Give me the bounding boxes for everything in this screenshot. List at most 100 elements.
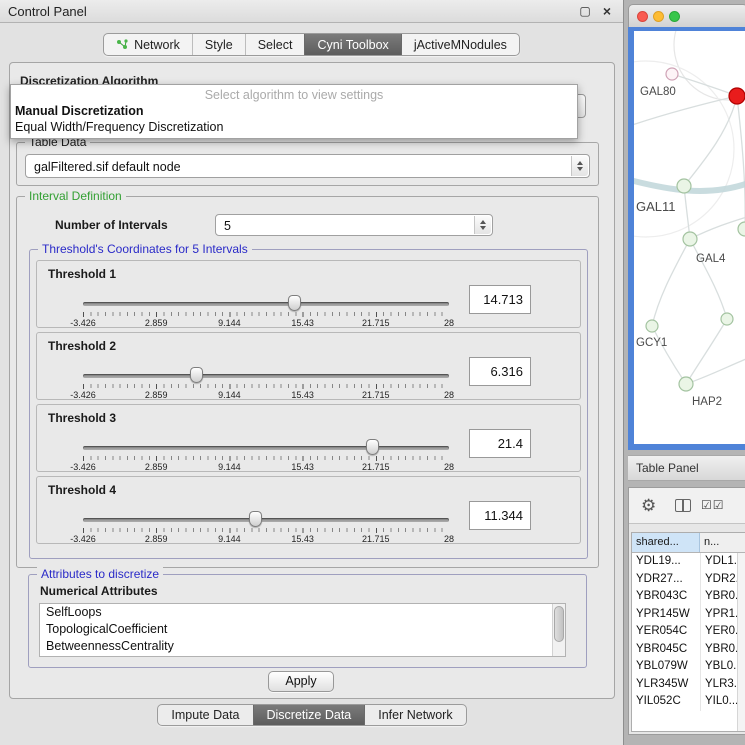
close-traffic-light-icon[interactable]	[637, 11, 648, 22]
threshold-slider[interactable]	[83, 439, 449, 457]
tick-label: 15.43	[291, 318, 314, 328]
table-row[interactable]: YBL079W YBL0...	[632, 658, 745, 676]
slider-track[interactable]	[83, 446, 449, 450]
cell-shared-name[interactable]: YBR043C	[632, 588, 700, 606]
dropdown-placeholder: Select algorithm to view settings	[11, 87, 577, 103]
table-row[interactable]: YER054C YER0...	[632, 623, 745, 641]
cell-shared-name[interactable]: YBR045C	[632, 641, 700, 659]
selected-node	[729, 88, 745, 104]
table-data-combo[interactable]: galFiltered.sif default node	[25, 154, 590, 178]
tab-cyni-toolbox[interactable]: Cyni Toolbox	[304, 34, 400, 55]
slider-track[interactable]	[83, 374, 449, 378]
number-of-intervals-combo[interactable]: 5	[215, 214, 493, 236]
table-panel: ⚙ ☑☑ shared... n... YDL19... YDL1... YDR…	[628, 487, 745, 735]
slider-ticks: -3.4262.8599.14415.4321.71528	[83, 315, 449, 328]
cell-shared-name[interactable]: YPR145W	[632, 606, 700, 624]
dropdown-option-equal-width[interactable]: Equal Width/Frequency Discretization	[11, 119, 577, 135]
tab-select[interactable]: Select	[245, 34, 305, 55]
slider-thumb[interactable]	[288, 295, 301, 311]
threshold-value-field[interactable]: 21.4	[469, 429, 531, 458]
threshold-slider[interactable]	[83, 511, 449, 529]
columns-icon[interactable]	[675, 499, 691, 512]
dropdown-option-manual[interactable]: Manual Discretization	[11, 103, 577, 119]
panel-title: Control Panel	[8, 4, 87, 19]
tab-network[interactable]: Network	[104, 34, 192, 55]
table-scrollbar[interactable]	[737, 553, 745, 731]
zoom-traffic-light-icon[interactable]	[669, 11, 680, 22]
checkbox-icons[interactable]: ☑☑	[701, 498, 725, 512]
list-item[interactable]: BetweennessCentrality	[40, 638, 565, 655]
tab-label: Network	[134, 34, 180, 56]
column-header-name[interactable]: n...	[700, 533, 745, 552]
cell-shared-name[interactable]: YER054C	[632, 623, 700, 641]
table-row[interactable]: YPR145W YPR1...	[632, 606, 745, 624]
tick-label: 2.859	[145, 462, 168, 472]
threshold-slider[interactable]	[83, 367, 449, 385]
tick-label: -3.426	[70, 462, 96, 472]
tick-label: 15.43	[291, 390, 314, 400]
threshold-value-field[interactable]: 14.713	[469, 285, 531, 314]
cell-shared-name[interactable]: YLR345W	[632, 676, 700, 694]
threshold-panel: Threshold 4 -3.4262.8599.14415.4321.7152…	[36, 476, 581, 544]
table-row[interactable]: YLR345W YLR3...	[632, 676, 745, 694]
interval-definition-group: Interval Definition Number of Intervals …	[16, 196, 599, 568]
list-item[interactable]: TopologicalCoefficient	[40, 621, 565, 638]
table-row[interactable]: YDR27... YDR2...	[632, 571, 745, 589]
float-window-icon[interactable]: ▢	[577, 3, 593, 19]
node	[721, 313, 733, 325]
cell-shared-name[interactable]: YDL19...	[632, 553, 700, 571]
tick-label: 2.859	[145, 534, 168, 544]
table-toolbar: ⚙ ☑☑	[629, 488, 745, 524]
network-canvas[interactable]: GAL80 GAL11 GAL4 GCY1 HAP2	[634, 31, 745, 444]
table-row[interactable]: YDL19... YDL1...	[632, 553, 745, 571]
apply-button[interactable]: Apply	[268, 671, 334, 692]
combo-stepper[interactable]	[474, 216, 491, 234]
list-scrollbar[interactable]	[552, 604, 565, 656]
table-row[interactable]: YBR043C YBR0...	[632, 588, 745, 606]
slider-thumb[interactable]	[249, 511, 262, 527]
threshold-slider[interactable]	[83, 295, 449, 313]
slider-thumb[interactable]	[190, 367, 203, 383]
major-tickmarks	[83, 312, 449, 317]
slider-track[interactable]	[83, 518, 449, 522]
arrow-up-icon	[480, 220, 486, 224]
tick-label: -3.426	[70, 390, 96, 400]
tab-discretize-data[interactable]: Discretize Data	[253, 705, 365, 725]
table-rows: YDL19... YDL1... YDR27... YDR2... YBR043…	[632, 553, 745, 711]
tab-infer-network[interactable]: Infer Network	[364, 705, 465, 725]
major-tickmarks	[83, 456, 449, 461]
cell-shared-name[interactable]: YIL052C	[632, 693, 700, 711]
close-icon[interactable]: ×	[599, 3, 615, 19]
slider-track[interactable]	[83, 302, 449, 306]
threshold-value-field[interactable]: 6.316	[469, 357, 531, 386]
tab-impute-data[interactable]: Impute Data	[158, 705, 252, 725]
combo-stepper[interactable]	[571, 156, 588, 176]
gear-icon[interactable]: ⚙	[641, 496, 656, 516]
cell-shared-name[interactable]: YBL079W	[632, 658, 700, 676]
tick-label: 21.715	[362, 534, 390, 544]
slider-thumb[interactable]	[366, 439, 379, 455]
table-row[interactable]: YIL052C YIL0...	[632, 693, 745, 711]
column-header-shared-name[interactable]: shared...	[632, 533, 700, 552]
attributes-group-label: Attributes to discretize	[37, 567, 163, 581]
numerical-attributes-list: SelfLoops TopologicalCoefficient Between…	[39, 603, 566, 657]
tab-jactivemnodules[interactable]: jActiveMNodules	[401, 34, 519, 55]
list-item[interactable]: SelfLoops	[40, 604, 565, 621]
table-row[interactable]: YBR045C YBR0...	[632, 641, 745, 659]
network-window-titlebar[interactable]	[628, 4, 745, 27]
tick-label: 21.715	[362, 390, 390, 400]
tab-style[interactable]: Style	[192, 34, 245, 55]
major-tickmarks	[83, 528, 449, 533]
minimize-traffic-light-icon[interactable]	[653, 11, 664, 22]
scrollbar-thumb[interactable]	[554, 606, 564, 642]
interval-group-label: Interval Definition	[25, 189, 126, 203]
threshold-panel: Threshold 3 -3.4262.8599.14415.4321.7152…	[36, 404, 581, 472]
control-panel: Control Panel ▢ × Network Style Select C…	[0, 0, 624, 745]
cell-shared-name[interactable]: YDR27...	[632, 571, 700, 589]
threshold-label: Threshold 2	[48, 339, 116, 353]
tab-label: Impute Data	[171, 705, 239, 726]
threshold-value-field[interactable]: 11.344	[469, 501, 531, 530]
slider-ticks: -3.4262.8599.14415.4321.71528	[83, 387, 449, 400]
arrow-up-icon	[577, 161, 583, 165]
threshold-panel: Threshold 2 -3.4262.8599.14415.4321.7152…	[36, 332, 581, 400]
